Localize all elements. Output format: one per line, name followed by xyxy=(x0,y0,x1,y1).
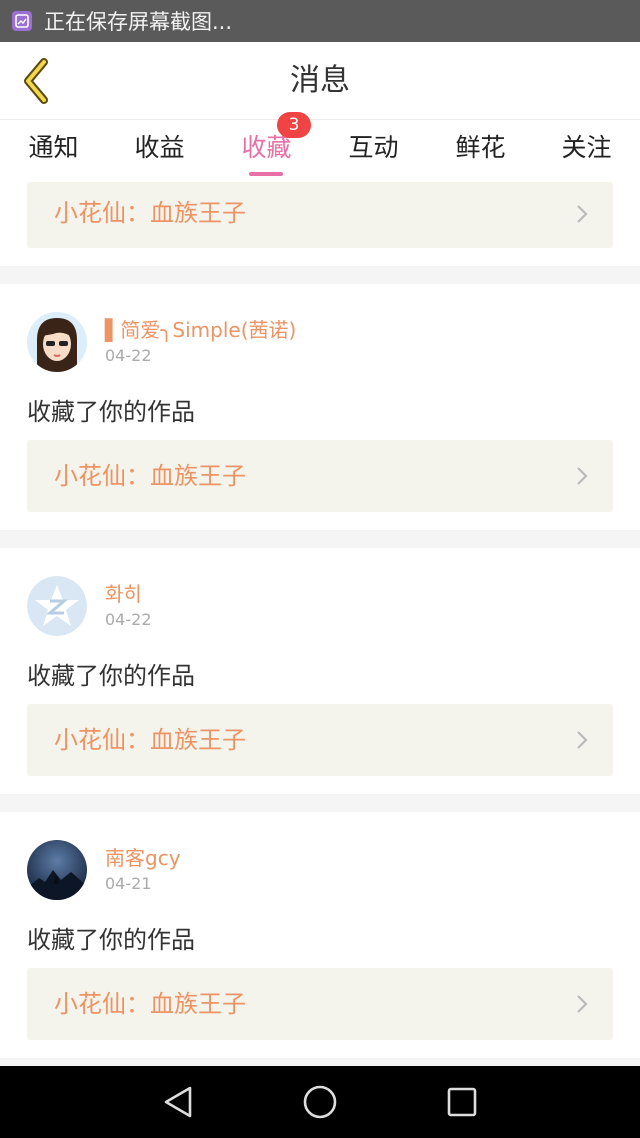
message-list[interactable]: 小花仙：血族王子 ▌简爱╮Simple(茜诺) 04-22 收藏了你的作品 小花… xyxy=(0,182,640,1066)
status-text: 正在保存屏幕截图... xyxy=(44,10,233,34)
screenshot-icon xyxy=(12,11,32,31)
user-name[interactable]: 南客gcy xyxy=(105,842,181,871)
avatar[interactable] xyxy=(27,840,87,900)
tab-label: 鲜花 xyxy=(455,133,506,162)
work-title: 小花仙：血族王子 xyxy=(54,726,246,754)
unread-badge: 3 xyxy=(277,112,311,138)
message-card: ▌简爱╮Simple(茜诺) 04-22 收藏了你的作品 小花仙：血族王子 xyxy=(0,284,640,530)
tab-interaction[interactable]: 互动 xyxy=(320,120,427,182)
tab-label: 互动 xyxy=(348,133,399,162)
work-link[interactable]: 小花仙：血族王子 xyxy=(27,440,613,512)
user-name[interactable]: 화히 xyxy=(105,578,142,607)
message-date: 04-22 xyxy=(105,610,152,629)
nav-recents-button[interactable] xyxy=(444,1084,480,1120)
tab-bar: 通知 收益 收藏 3 互动 鲜花 关注 xyxy=(0,112,640,182)
tab-label: 关注 xyxy=(561,133,612,162)
tab-label: 收益 xyxy=(134,133,185,162)
message-date: 04-22 xyxy=(105,346,152,365)
tab-notice[interactable]: 通知 xyxy=(0,120,107,182)
message-action: 收藏了你的作品 xyxy=(27,662,195,690)
avatar[interactable] xyxy=(27,312,87,372)
tab-favorites[interactable]: 收藏 3 xyxy=(213,112,320,182)
work-title: 小花仙：血族王子 xyxy=(54,462,246,490)
top-header: 消息 xyxy=(0,42,640,120)
message-date: 04-21 xyxy=(105,874,152,893)
work-link[interactable]: 小花仙：血族王子 xyxy=(27,968,613,1040)
user-name[interactable]: ▌简爱╮Simple(茜诺) xyxy=(105,314,296,343)
message-action: 收藏了你的作品 xyxy=(27,926,195,954)
tab-flowers[interactable]: 鲜花 xyxy=(427,120,534,182)
nav-back-button[interactable] xyxy=(160,1084,196,1120)
page-title: 消息 xyxy=(290,63,350,98)
tab-label: 收藏 xyxy=(241,133,292,162)
work-title: 小花仙：血族王子 xyxy=(54,990,246,1018)
status-bar: 正在保存屏幕截图... xyxy=(0,0,640,42)
message-card: 화히 04-22 收藏了你的作品 小花仙：血族王子 xyxy=(0,548,640,794)
nav-back-icon xyxy=(164,1086,192,1118)
tab-active-indicator xyxy=(249,172,283,176)
chevron-right-icon xyxy=(577,731,588,749)
chevron-right-icon xyxy=(577,995,588,1013)
tab-follow[interactable]: 关注 xyxy=(533,120,640,182)
message-card: 小花仙：血族王子 xyxy=(0,182,640,266)
tab-label: 通知 xyxy=(28,133,79,162)
chevron-right-icon xyxy=(577,205,588,223)
work-link[interactable]: 小花仙：血族王子 xyxy=(27,182,613,248)
tab-earnings[interactable]: 收益 xyxy=(106,120,213,182)
message-card: 南客gcy 04-21 收藏了你的作品 小花仙：血族王子 xyxy=(0,812,640,1058)
message-action: 收藏了你的作品 xyxy=(27,398,195,426)
work-link[interactable]: 小花仙：血族王子 xyxy=(27,704,613,776)
chevron-right-icon xyxy=(577,467,588,485)
nav-home-button[interactable] xyxy=(302,1084,338,1120)
avatar[interactable] xyxy=(27,576,87,636)
work-title: 小花仙：血族王子 xyxy=(54,199,246,227)
system-nav-bar xyxy=(0,1066,640,1138)
nav-recents-icon xyxy=(447,1087,477,1117)
nav-home-icon xyxy=(303,1085,337,1119)
